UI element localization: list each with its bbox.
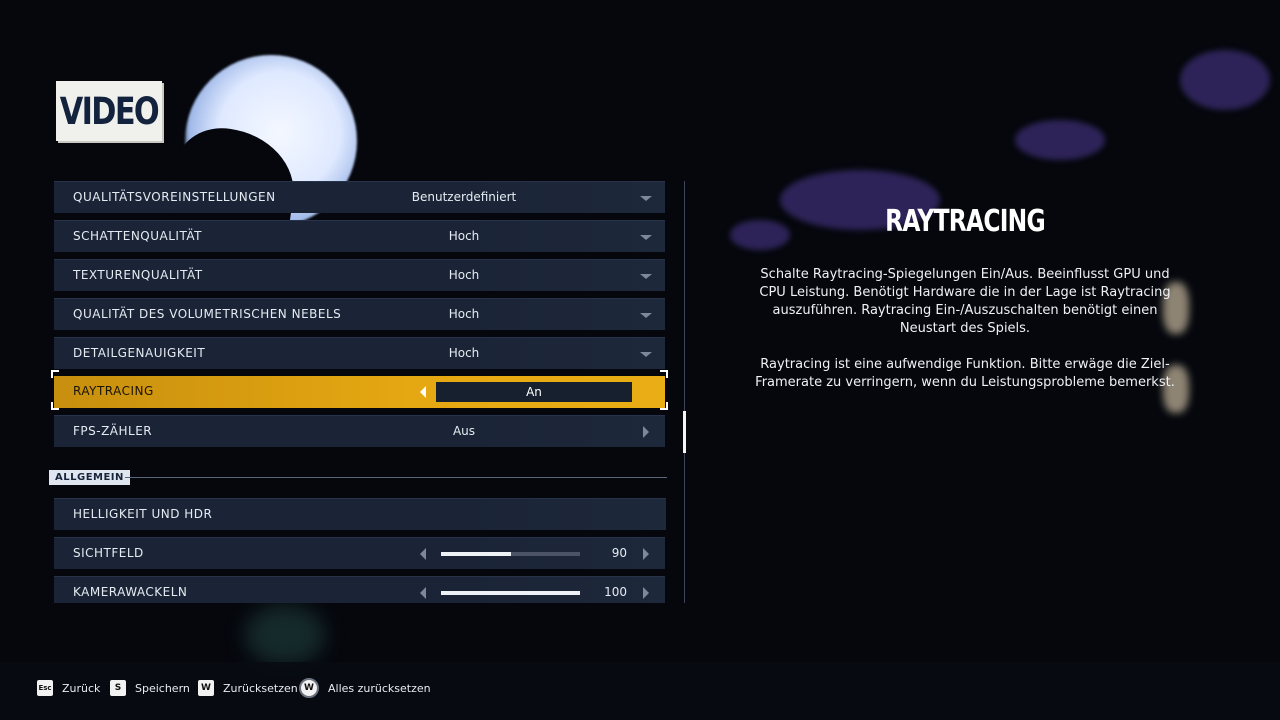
slider-value: 100 [604, 585, 627, 599]
setting-row-camera-shake[interactable]: KAMERAWACKELN 100 [54, 576, 665, 603]
slider-fill [441, 552, 511, 556]
setting-row-fps-counter[interactable]: FPS-ZÄHLER Aus [54, 415, 665, 447]
setting-row-shadow-quality[interactable]: SCHATTENQUALITÄT Hoch [54, 220, 665, 252]
info-title: RAYTRACING [885, 204, 1046, 239]
page-title-badge: VIDEO [56, 81, 162, 141]
page-title: VIDEO [59, 89, 160, 133]
arrow-right-icon[interactable] [643, 426, 649, 438]
setting-row-volumetric-fog[interactable]: QUALITÄT DES VOLUMETRISCHEN NEBELS Hoch [54, 298, 665, 330]
chevron-down-icon[interactable] [640, 196, 652, 201]
setting-label: HELLIGKEIT UND HDR [73, 507, 213, 521]
section-header-general: ALLGEMEIN [49, 470, 667, 485]
setting-label: KAMERAWACKELN [73, 585, 188, 599]
setting-label: FPS-ZÄHLER [73, 424, 153, 438]
setting-value: Hoch [448, 346, 480, 360]
arrow-left-icon[interactable] [420, 587, 426, 599]
hint-label: Zurücksetzen [223, 681, 298, 695]
setting-row-texture-quality[interactable]: TEXTURENQUALITÄT Hoch [54, 259, 665, 291]
arrow-right-icon[interactable] [643, 548, 649, 560]
info-paragraph: Raytracing ist eine aufwendige Funktion.… [755, 357, 1175, 390]
info-description: Schalte Raytracing-Spiegelungen Ein/Aus.… [755, 266, 1175, 410]
setting-label: SICHTFELD [73, 546, 144, 560]
fov-slider[interactable] [441, 552, 580, 556]
background-bokeh [1180, 50, 1270, 110]
save-button[interactable]: S Speichern [110, 680, 190, 696]
setting-value: Hoch [448, 307, 480, 321]
info-paragraph: Schalte Raytracing-Spiegelungen Ein/Aus.… [759, 267, 1171, 336]
hint-label: Alles zurücksetzen [328, 681, 431, 695]
reset-all-button[interactable]: W Alles zurücksetzen [299, 678, 431, 698]
setting-label: SCHATTENQUALITÄT [73, 229, 202, 243]
w-hold-key-icon: W [299, 678, 319, 698]
setting-label: RAYTRACING [73, 384, 154, 398]
back-button[interactable]: Esc Zurück [37, 680, 100, 696]
background-bokeh [730, 220, 790, 250]
chevron-down-icon[interactable] [640, 352, 652, 357]
hint-label: Speichern [135, 681, 190, 695]
arrow-left-icon[interactable] [420, 548, 426, 560]
chevron-down-icon[interactable] [640, 313, 652, 318]
slider-value: 90 [611, 546, 627, 560]
setting-label: TEXTURENQUALITÄT [73, 268, 203, 282]
setting-label: QUALITÄTSVOREINSTELLUNGEN [73, 190, 276, 204]
scrollbar-thumb[interactable] [683, 411, 686, 453]
setting-label: QUALITÄT DES VOLUMETRISCHEN NEBELS [73, 307, 342, 321]
section-divider [125, 477, 667, 478]
w-key-icon: W [198, 680, 214, 696]
setting-row-raytracing[interactable]: RAYTRACING An [54, 376, 665, 408]
arrow-right-icon[interactable] [643, 587, 649, 599]
setting-row-brightness-hdr[interactable]: HELLIGKEIT UND HDR [54, 498, 666, 530]
settings-list: QUALITÄTSVOREINSTELLUNGEN Benutzerdefini… [54, 181, 666, 603]
setting-value: An [436, 382, 632, 402]
setting-label: DETAILGENAUIGKEIT [73, 346, 206, 360]
background-bokeh [1015, 120, 1105, 160]
arrow-left-icon[interactable] [420, 386, 426, 398]
chevron-down-icon[interactable] [640, 235, 652, 240]
setting-value: Benutzerdefiniert [411, 190, 517, 204]
s-key-icon: S [110, 680, 126, 696]
scrollbar-track[interactable] [684, 181, 685, 603]
setting-value: Aus [452, 424, 476, 438]
setting-value: Hoch [448, 268, 480, 282]
slider-fill [441, 591, 580, 595]
hint-label: Zurück [62, 681, 101, 695]
camera-shake-slider[interactable] [441, 591, 580, 595]
setting-row-field-of-view[interactable]: SICHTFELD 90 [54, 537, 665, 569]
chevron-down-icon[interactable] [640, 274, 652, 279]
esc-key-icon: Esc [37, 680, 53, 696]
reset-button[interactable]: W Zurücksetzen [198, 680, 298, 696]
setting-row-quality-preset[interactable]: QUALITÄTSVOREINSTELLUNGEN Benutzerdefini… [54, 181, 665, 213]
setting-value: Hoch [448, 229, 480, 243]
background-teal-glow [245, 605, 325, 665]
bottom-hint-bar [0, 662, 1280, 720]
setting-row-level-of-detail[interactable]: DETAILGENAUIGKEIT Hoch [54, 337, 665, 369]
section-label: ALLGEMEIN [49, 470, 130, 485]
